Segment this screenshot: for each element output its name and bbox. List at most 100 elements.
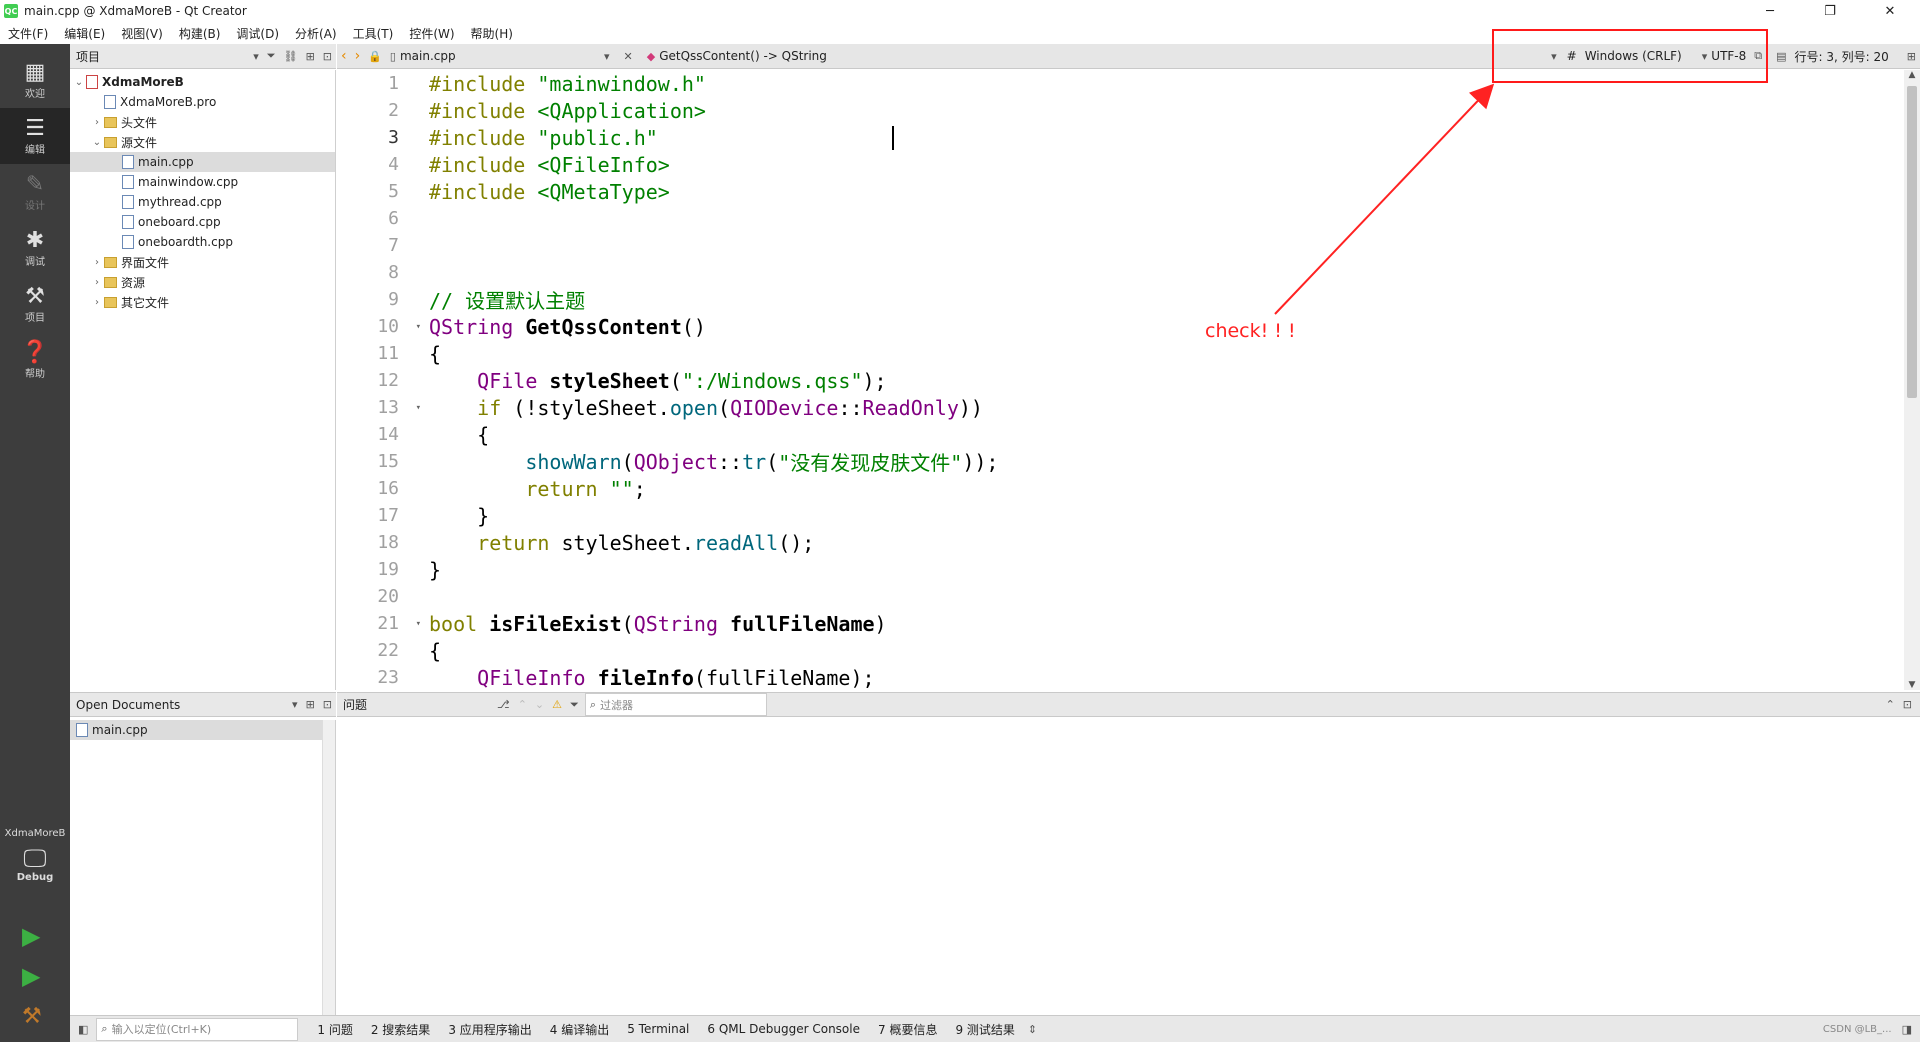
menu-tools[interactable]: 工具(T) xyxy=(345,25,402,42)
fold-marker-icon[interactable]: ▾ xyxy=(416,322,421,332)
code-editor[interactable]: 1 2 3 4 5 6 7 8 9 ▾ 10 11 12 ▾ 13 14 15 16 17 18 19 20 ▾ 21 22 23… xyxy=(337,70,1904,690)
tab-application-output[interactable]: 3 应用程序输出 xyxy=(439,1021,540,1038)
menu-analyze[interactable]: 分析(A) xyxy=(287,25,345,42)
open-documents-scrollbar[interactable] xyxy=(322,720,335,1015)
line-number[interactable]: 9 xyxy=(337,286,427,313)
mode-debug[interactable]: ✱ 调试 xyxy=(0,220,70,276)
filter-icon[interactable]: ⏷ xyxy=(263,49,280,63)
line-number[interactable]: 1 xyxy=(337,70,427,97)
menu-widgets[interactable]: 控件(W) xyxy=(401,25,462,42)
tree-item-forms[interactable]: › 界面文件 xyxy=(70,252,335,272)
code-line[interactable]: { xyxy=(429,637,1889,664)
code-line[interactable]: showWarn(QObject:: tr("没有发现皮肤文件")); xyxy=(429,448,1889,476)
code-line[interactable]: } xyxy=(429,502,1889,529)
tree-item-main-cpp[interactable]: main.cpp xyxy=(70,152,335,172)
menu-help[interactable]: 帮助(H) xyxy=(463,25,521,42)
tree-item-other-files[interactable]: › 其它文件 xyxy=(70,292,335,312)
toggle-right-sidebar-icon[interactable]: ◨ xyxy=(1898,1023,1920,1036)
expand-arrow-icon[interactable]: ⌄ xyxy=(72,77,86,88)
close-pane-icon[interactable]: ⊡ xyxy=(319,50,336,63)
line-number[interactable]: 18 xyxy=(337,529,427,556)
expand-arrow-icon[interactable]: › xyxy=(90,277,104,288)
warning-icon[interactable]: ⚠ xyxy=(548,698,566,711)
dropdown-arrow-icon[interactable]: ▾ xyxy=(288,698,302,711)
close-button[interactable]: ✕ xyxy=(1860,0,1920,22)
more-tabs-icon[interactable]: ⇕ xyxy=(1024,1023,1041,1036)
line-number[interactable]: 12 xyxy=(337,367,427,394)
close-pane-icon[interactable]: ⊡ xyxy=(319,698,336,711)
dropdown-arrow-icon[interactable]: ▾ xyxy=(600,50,614,63)
line-number[interactable]: 14 xyxy=(337,421,427,448)
prev-item-icon[interactable]: ⌃ xyxy=(514,698,531,711)
tab-terminal[interactable]: 5 Terminal xyxy=(618,1022,698,1036)
tree-item-oneboard-cpp[interactable]: oneboard.cpp xyxy=(70,212,335,232)
fold-marker-icon[interactable]: ▾ xyxy=(416,403,421,413)
code-line[interactable]: #include "public.h" xyxy=(429,124,1889,151)
forward-arrow-icon[interactable]: › xyxy=(351,48,365,64)
maximize-button[interactable]: ❐ xyxy=(1800,0,1860,22)
link-icon[interactable]: ⛓ xyxy=(280,50,302,63)
code-line[interactable]: return ""; xyxy=(429,475,1889,502)
mode-welcome[interactable]: ▦ 欢迎 xyxy=(0,52,70,108)
tree-item-mainwindow-cpp[interactable]: mainwindow.cpp xyxy=(70,172,335,192)
line-number[interactable]: 5 xyxy=(337,178,427,205)
line-number[interactable]: 20 xyxy=(337,583,427,610)
line-number[interactable]: ▾ 10 xyxy=(337,313,427,340)
code-line[interactable]: QFile styleSheet(":/Windows.qss"); xyxy=(429,367,1889,394)
line-number[interactable]: 6 xyxy=(337,205,427,232)
fold-marker-icon[interactable]: ▾ xyxy=(416,619,421,629)
run-button[interactable]: ▶ xyxy=(22,922,40,950)
line-number[interactable]: 4 xyxy=(337,151,427,178)
code-line[interactable] xyxy=(429,232,1889,259)
tab-search-results[interactable]: 2 搜索结果 xyxy=(362,1021,439,1038)
symbol-selector[interactable]: GetQssContent() -> QString xyxy=(659,49,827,63)
menu-file[interactable]: 文件(F) xyxy=(0,25,56,42)
code-line[interactable]: QString GetQssContent() xyxy=(429,313,1889,340)
tab-general-messages[interactable]: 7 概要信息 xyxy=(869,1021,946,1038)
code-line[interactable] xyxy=(429,583,1889,610)
filter-icon[interactable]: ⏷ xyxy=(566,698,583,712)
expand-arrow-icon[interactable]: › xyxy=(90,297,104,308)
open-documents-title[interactable]: Open Documents xyxy=(70,698,180,712)
toggle-sidebar-icon[interactable]: ◧ xyxy=(70,1023,96,1036)
cursor-position[interactable]: 行号: 3, 列号: 20 xyxy=(1791,48,1903,65)
code-line[interactable]: QFileInfo fileInfo (fullFileName); xyxy=(429,664,1889,690)
close-document-icon[interactable]: ✕ xyxy=(620,50,637,63)
code-line[interactable] xyxy=(429,205,1889,232)
code-line[interactable] xyxy=(429,259,1889,286)
tree-item-oneboardth-cpp[interactable]: oneboardth.cpp xyxy=(70,232,335,252)
code-line[interactable]: { xyxy=(429,340,1889,367)
line-number[interactable]: 17 xyxy=(337,502,427,529)
line-number[interactable]: ▾ 21 xyxy=(337,610,427,637)
code-line[interactable]: if (!styleSheet. open(QIODevice:: ReadOnly… xyxy=(429,394,1889,421)
build-button[interactable]: ⚒ xyxy=(22,1004,42,1029)
tree-item-resources[interactable]: › 资源 xyxy=(70,272,335,292)
tree-item-headers[interactable]: › 头文件 xyxy=(70,112,335,132)
code-line[interactable]: #include <QMetaType> xyxy=(429,178,1889,205)
mode-edit[interactable]: ☰ 编辑 xyxy=(0,108,70,164)
close-pane-icon[interactable]: ⊡ xyxy=(1899,698,1920,711)
clean-icon[interactable]: ⎇ xyxy=(493,698,514,711)
code-line[interactable]: #include <QApplication> xyxy=(429,97,1889,124)
line-number[interactable]: 23 xyxy=(337,664,427,690)
debug-run-button[interactable]: ▶ xyxy=(22,962,40,990)
scroll-down-icon[interactable]: ▼ xyxy=(1904,680,1920,690)
mode-projects[interactable]: ⚒ 项目 xyxy=(0,276,70,332)
line-number[interactable]: 15 xyxy=(337,448,427,475)
line-number[interactable]: 2 xyxy=(337,97,427,124)
menu-view[interactable]: 视图(V) xyxy=(113,25,171,42)
line-number[interactable]: 11 xyxy=(337,340,427,367)
tree-item-mythread-cpp[interactable]: mythread.cpp xyxy=(70,192,335,212)
tree-item-pro-file[interactable]: XdmaMoreB.pro xyxy=(70,92,335,112)
menu-debug[interactable]: 调试(D) xyxy=(228,25,287,42)
line-number[interactable]: 22 xyxy=(337,637,427,664)
line-number[interactable]: ▾ 13 xyxy=(337,394,427,421)
code-line[interactable]: bool isFileExist(QString fullFileName) xyxy=(429,610,1889,637)
line-number[interactable]: 3 xyxy=(337,124,427,151)
editor-vertical-scrollbar[interactable]: ▲ ▼ xyxy=(1904,70,1920,690)
minimize-button[interactable]: ─ xyxy=(1740,0,1800,22)
code-line[interactable]: #include <QFileInfo> xyxy=(429,151,1889,178)
tab-qml-debugger-console[interactable]: 6 QML Debugger Console xyxy=(698,1022,869,1036)
tab-issues[interactable]: 1 问题 xyxy=(308,1021,361,1038)
project-panel-title[interactable]: 项目 xyxy=(70,48,100,65)
